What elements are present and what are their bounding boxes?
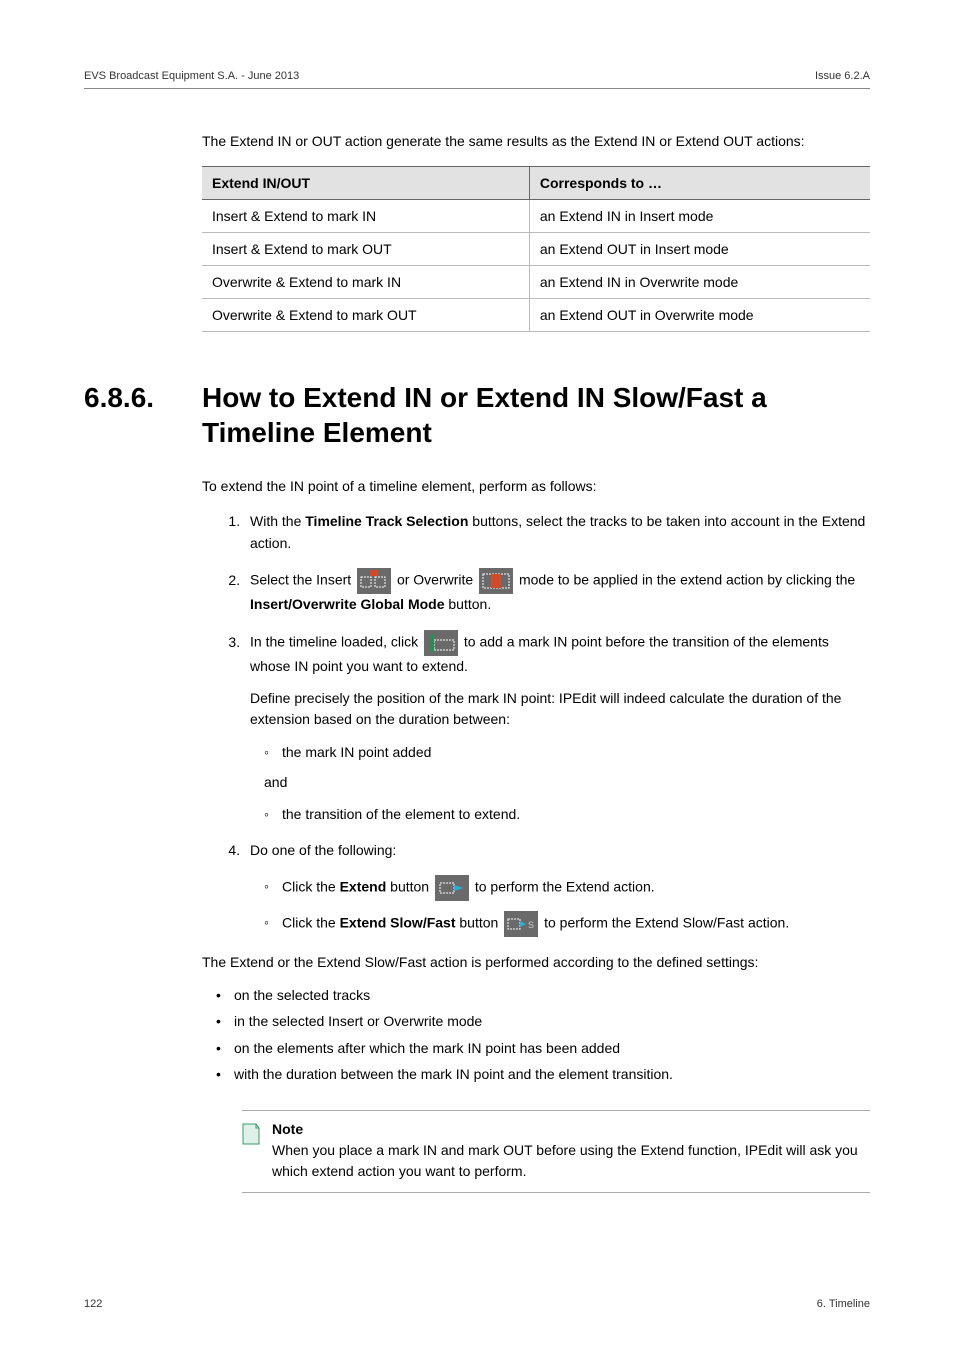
section-heading: 6.8.6. How to Extend IN or Extend IN Slo… bbox=[84, 380, 870, 450]
step-3: In the timeline loaded, click to add a m… bbox=[244, 630, 870, 826]
table-row: Overwrite & Extend to mark IN an Extend … bbox=[202, 266, 870, 299]
note-body: When you place a mark IN and mark OUT be… bbox=[272, 1142, 858, 1179]
intro-paragraph-1: The Extend IN or OUT action generate the… bbox=[202, 131, 870, 152]
closing-bullet: with the duration between the mark IN po… bbox=[216, 1061, 870, 1088]
svg-text:S: S bbox=[528, 920, 534, 930]
steps-list: With the Timeline Track Selection button… bbox=[224, 511, 870, 937]
table-cell: Insert & Extend to mark OUT bbox=[202, 233, 529, 266]
step-3-p2: Define precisely the position of the mar… bbox=[250, 688, 870, 731]
step-3-bullet-2: the transition of the element to extend. bbox=[264, 803, 870, 825]
step-3-and: and bbox=[264, 772, 870, 794]
table-row: Overwrite & Extend to mark OUT an Extend… bbox=[202, 299, 870, 332]
footer-page-number: 122 bbox=[84, 1298, 102, 1310]
table-cell: an Extend OUT in Overwrite mode bbox=[529, 299, 870, 332]
step-2-c: mode to be applied in the extend action … bbox=[519, 572, 855, 588]
step-3-bullet-1: the mark IN point added bbox=[264, 741, 870, 763]
table-header-col1: Extend IN/OUT bbox=[202, 167, 529, 200]
table-cell: Insert & Extend to mark IN bbox=[202, 200, 529, 233]
step-1-bold: Timeline Track Selection bbox=[305, 513, 468, 529]
step-3-sublist: the mark IN point added bbox=[264, 741, 870, 763]
section-title: How to Extend IN or Extend IN Slow/Fast … bbox=[202, 380, 870, 450]
header-left: EVS Broadcast Equipment S.A. - June 2013 bbox=[84, 70, 299, 82]
step-2-bold: Insert/Overwrite Global Mode bbox=[250, 596, 445, 612]
s4b1-post: to perform the Extend action. bbox=[475, 879, 655, 895]
step-2: Select the Insert or Overwrite mode to b… bbox=[244, 568, 870, 616]
extend-table: Extend IN/OUT Corresponds to … Insert & … bbox=[202, 166, 870, 332]
table-cell: an Extend IN in Insert mode bbox=[529, 200, 870, 233]
step-3-a: In the timeline loaded, click bbox=[250, 634, 422, 650]
table-cell: Overwrite & Extend to mark IN bbox=[202, 266, 529, 299]
note-box: Note When you place a mark IN and mark O… bbox=[242, 1110, 870, 1193]
step-4-lead: Do one of the following: bbox=[250, 842, 396, 858]
table-cell: an Extend IN in Overwrite mode bbox=[529, 266, 870, 299]
step-4: Do one of the following: Click the Exten… bbox=[244, 840, 870, 938]
table-cell: an Extend OUT in Insert mode bbox=[529, 233, 870, 266]
note-text: Note When you place a mark IN and mark O… bbox=[272, 1119, 870, 1182]
extend-slow-fast-button-icon: S bbox=[504, 911, 538, 937]
table-row: Insert & Extend to mark IN an Extend IN … bbox=[202, 200, 870, 233]
s4b1-mid: button bbox=[386, 879, 433, 895]
section-number: 6.8.6. bbox=[84, 382, 168, 414]
s4b2-pre: Click the bbox=[282, 915, 340, 931]
overwrite-mode-icon bbox=[479, 568, 513, 594]
closing-bullet: in the selected Insert or Overwrite mode bbox=[216, 1008, 870, 1035]
step-1: With the Timeline Track Selection button… bbox=[244, 511, 870, 554]
table-cell: Overwrite & Extend to mark OUT bbox=[202, 299, 529, 332]
step-2-b: or Overwrite bbox=[397, 572, 477, 588]
extend-button-icon bbox=[435, 875, 469, 901]
note-icon bbox=[242, 1123, 260, 1145]
step-2-d: button. bbox=[445, 596, 492, 612]
insert-mode-icon bbox=[357, 568, 391, 594]
closing-paragraph: The Extend or the Extend Slow/Fast actio… bbox=[202, 951, 870, 973]
page-footer: 122 6. Timeline bbox=[84, 1298, 870, 1310]
step-1-pre: With the bbox=[250, 513, 305, 529]
closing-bullets: on the selected tracks in the selected I… bbox=[216, 982, 870, 1088]
intro-paragraph-2: To extend the IN point of a timeline ele… bbox=[202, 476, 870, 497]
s4b1-pre: Click the bbox=[282, 879, 340, 895]
table-header-col2: Corresponds to … bbox=[529, 167, 870, 200]
page-header: EVS Broadcast Equipment S.A. - June 2013… bbox=[84, 70, 870, 89]
header-right: Issue 6.2.A bbox=[815, 70, 870, 82]
footer-chapter: 6. Timeline bbox=[817, 1298, 870, 1310]
step-4-sublist: Click the Extend button to perform the E… bbox=[264, 875, 870, 937]
s4b1-bold: Extend bbox=[340, 879, 387, 895]
note-title: Note bbox=[272, 1121, 303, 1137]
mark-in-icon bbox=[424, 630, 458, 656]
closing-bullet: on the selected tracks bbox=[216, 982, 870, 1009]
step-3-sublist-2: the transition of the element to extend. bbox=[264, 803, 870, 825]
step-4-bullet-1: Click the Extend button to perform the E… bbox=[264, 875, 870, 901]
s4b2-mid: button bbox=[456, 915, 503, 931]
closing-bullet: on the elements after which the mark IN … bbox=[216, 1035, 870, 1062]
s4b2-bold: Extend Slow/Fast bbox=[340, 915, 456, 931]
step-4-bullet-2: Click the Extend Slow/Fast button S to p… bbox=[264, 911, 870, 937]
s4b2-post: to perform the Extend Slow/Fast action. bbox=[544, 915, 789, 931]
table-row: Insert & Extend to mark OUT an Extend OU… bbox=[202, 233, 870, 266]
step-2-a: Select the Insert bbox=[250, 572, 355, 588]
